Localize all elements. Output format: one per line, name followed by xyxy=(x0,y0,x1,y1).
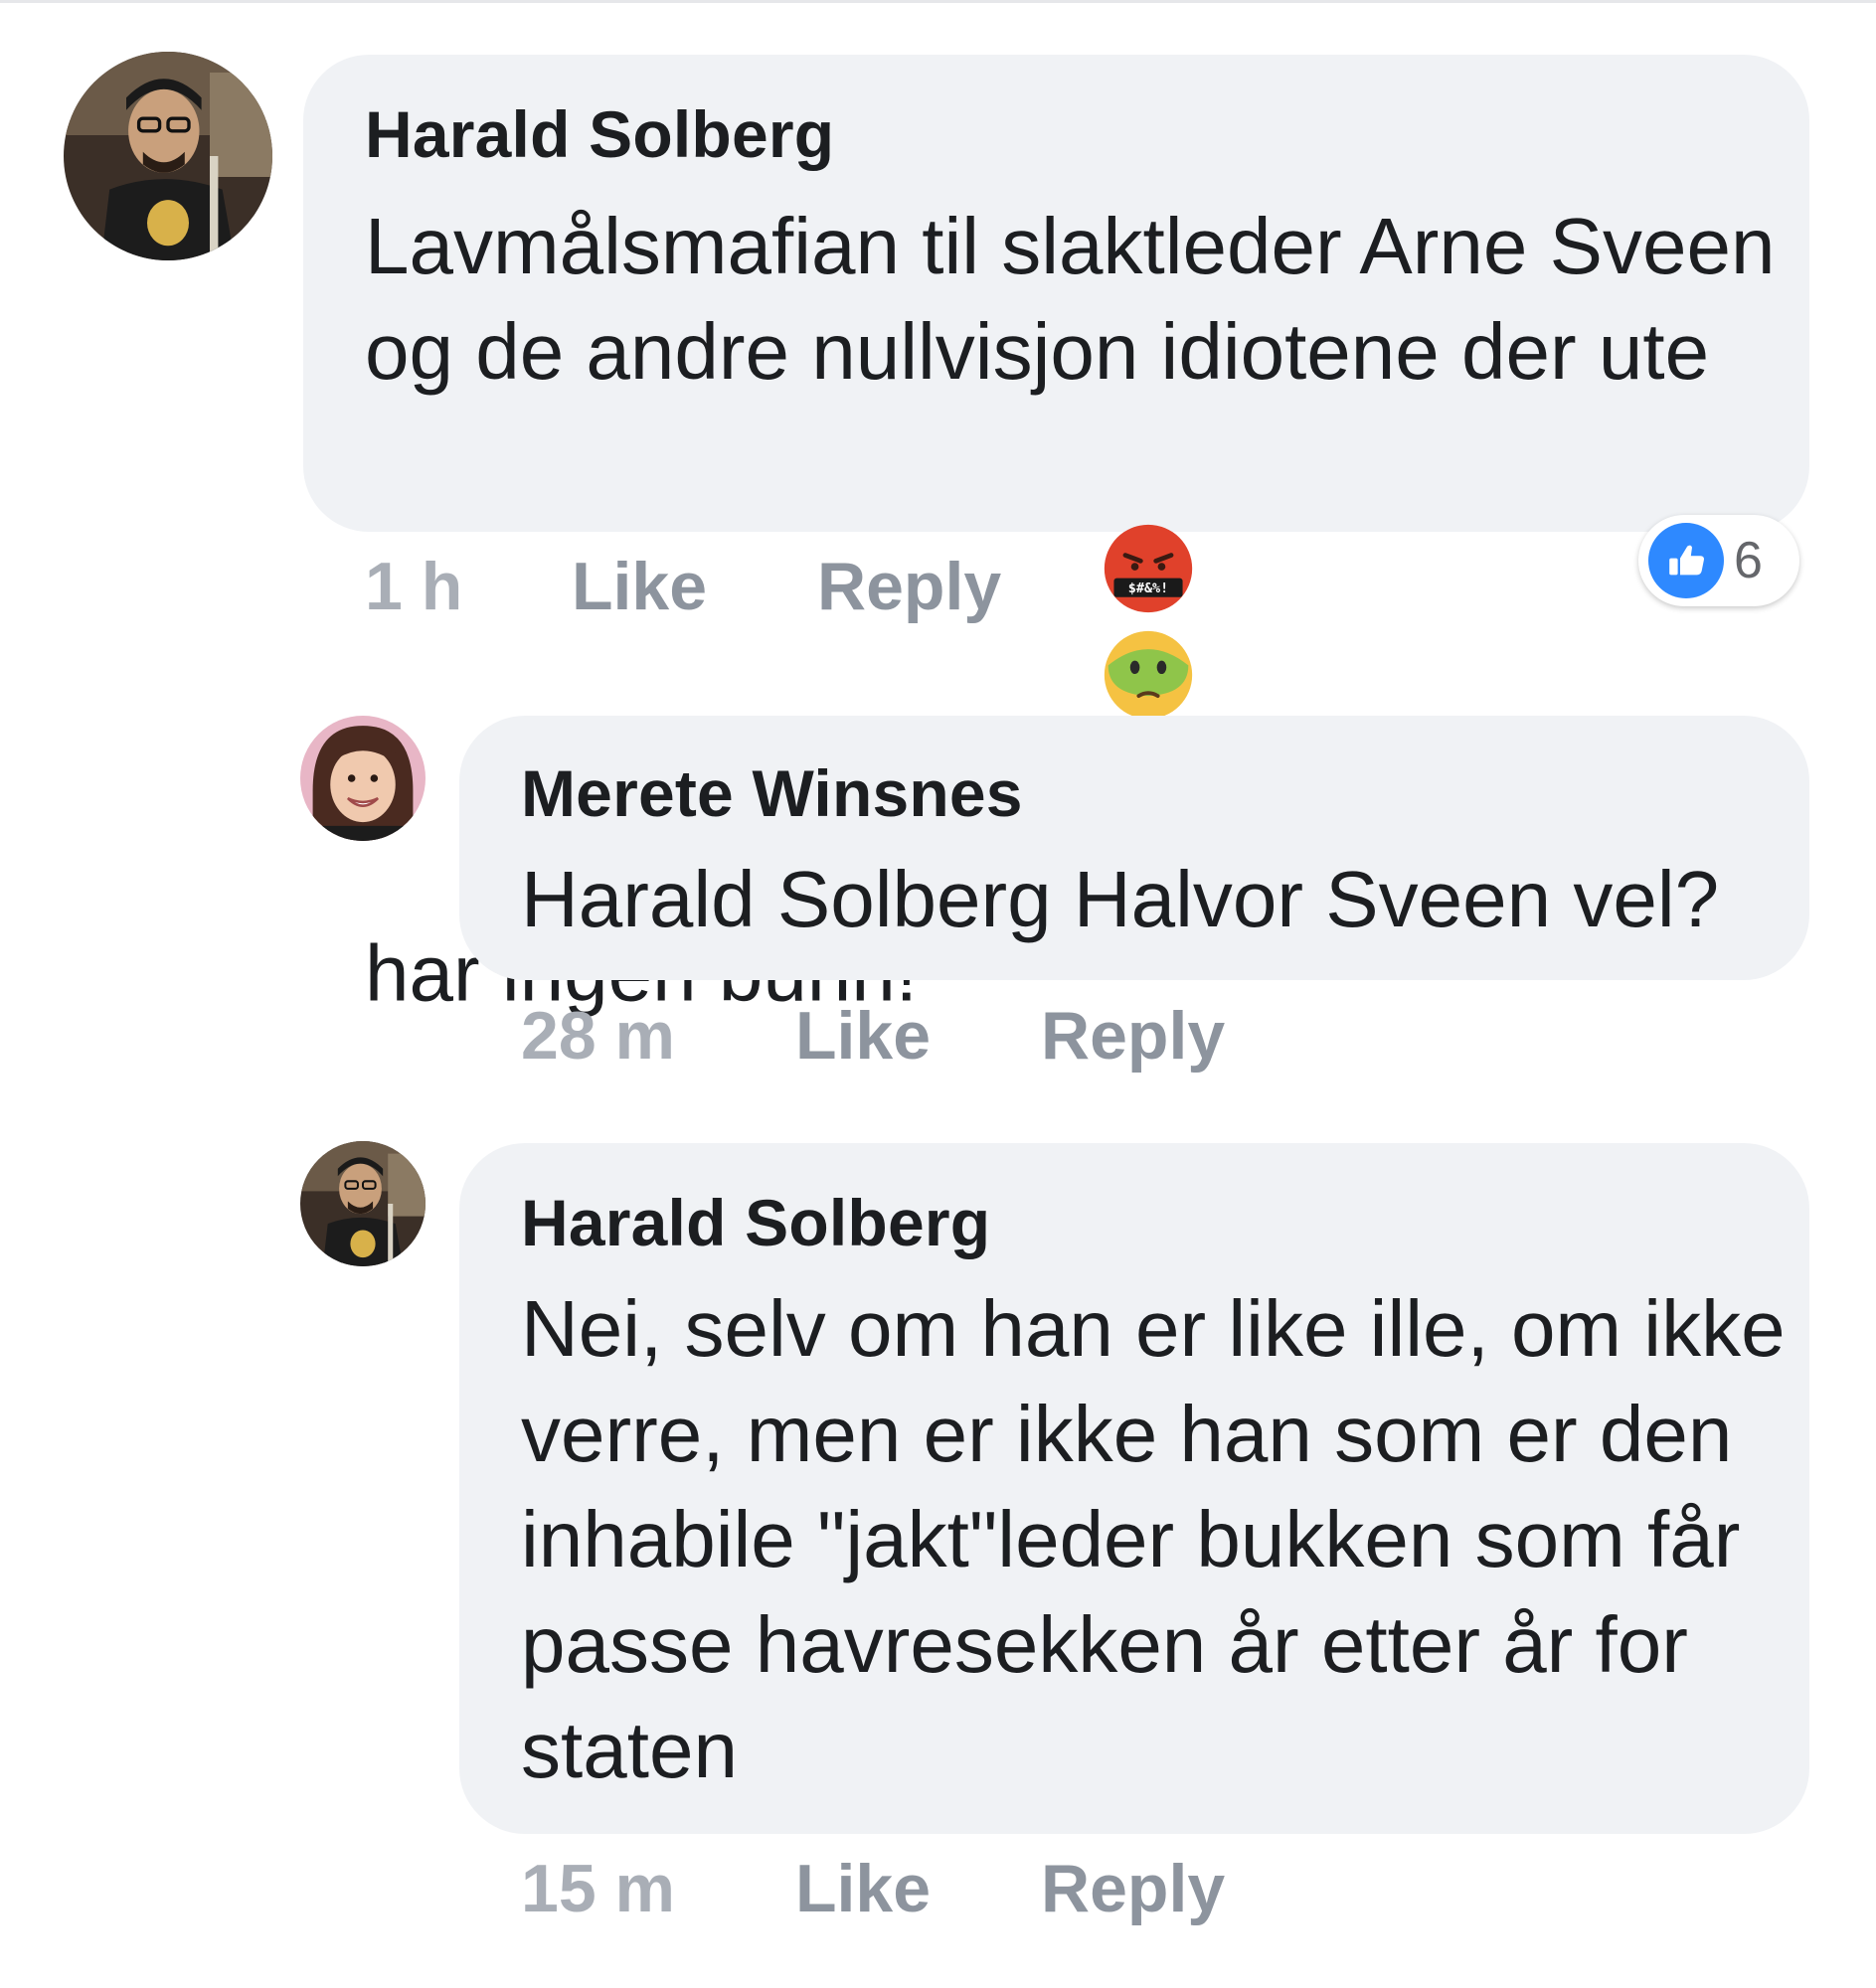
avatar[interactable] xyxy=(64,52,272,260)
nauseated-face-icon xyxy=(1104,630,1192,719)
comment-author[interactable]: Harald Solberg xyxy=(521,1185,990,1260)
like-reaction-icon xyxy=(1648,523,1724,598)
like-button[interactable]: Like xyxy=(795,1849,931,1928)
avatar-photo-icon xyxy=(300,716,426,841)
reply-button[interactable]: Reply xyxy=(817,547,1001,626)
avatar[interactable] xyxy=(300,716,426,841)
comment-author[interactable]: Harald Solberg xyxy=(365,96,834,172)
comment-bubble: Merete Winsnes Harald Solberg Halvor Sve… xyxy=(459,716,1809,980)
svg-text:$#&%!: $#&%! xyxy=(1128,581,1168,596)
comment-bubble: Harald Solberg Nei, selv om han er like … xyxy=(459,1143,1809,1834)
comment-meta: 15 m Like Reply xyxy=(521,1849,1225,1928)
reaction-count: 6 xyxy=(1734,532,1763,589)
comment-meta: 28 m Like Reply xyxy=(521,996,1225,1076)
comment-bubble: Harald Solberg Lavmålsmafian til slaktle… xyxy=(303,55,1809,1017)
like-button[interactable]: Like xyxy=(795,996,931,1076)
avatar-photo-icon xyxy=(300,1141,426,1266)
reply-button[interactable]: Reply xyxy=(1041,1849,1225,1928)
comment-author[interactable]: Merete Winsnes xyxy=(521,755,1023,831)
face-with-symbols-on-mouth-icon: $#&%! xyxy=(1104,524,1192,613)
comment-timestamp[interactable]: 1 h xyxy=(365,549,462,624)
like-button[interactable]: Like xyxy=(572,547,707,626)
comment-timestamp[interactable]: 15 m xyxy=(521,1851,675,1926)
comment-text: Harald Solberg Halvor Sveen vel? xyxy=(521,855,1720,943)
reaction-summary[interactable]: 6 xyxy=(1638,515,1799,606)
avatar-photo-icon xyxy=(64,52,272,260)
comment-text: Nei, selv om han er like ille, om ikke v… xyxy=(521,1284,1807,1794)
avatar[interactable] xyxy=(300,1141,426,1266)
reply-button[interactable]: Reply xyxy=(1041,996,1225,1076)
comment-timestamp[interactable]: 28 m xyxy=(521,998,675,1074)
comment-meta: 1 h Like Reply xyxy=(365,547,1001,626)
top-divider xyxy=(0,0,1876,3)
